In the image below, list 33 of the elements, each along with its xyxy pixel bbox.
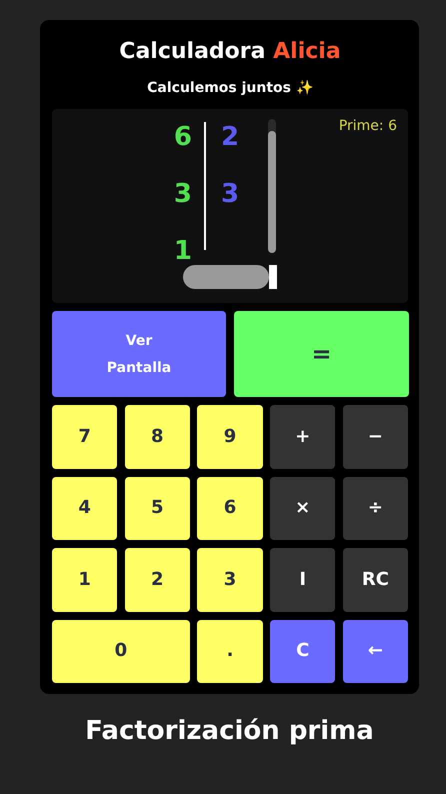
equals-button[interactable]: =	[234, 311, 409, 397]
digit-key[interactable]: 6	[197, 476, 263, 540]
action-key[interactable]: C	[270, 620, 336, 683]
scroll-corner	[269, 265, 277, 289]
operator-key[interactable]: ÷	[342, 476, 408, 540]
prime-label: Prime: 6	[338, 118, 397, 134]
view-screen-button[interactable]: Ver Pantalla	[52, 311, 226, 397]
operator-key[interactable]: +	[270, 405, 336, 468]
digit-key[interactable]: 1	[52, 548, 118, 612]
digit-key[interactable]: 2	[124, 548, 190, 612]
digit-key[interactable]: 4	[52, 476, 118, 540]
digit-key[interactable]: 7	[52, 405, 118, 468]
dividend-number: 1	[172, 235, 193, 268]
operator-key[interactable]: −	[342, 405, 408, 468]
dividend-number: 6	[172, 121, 193, 154]
caption: Factorización prima	[84, 716, 375, 746]
subtitle: Calculemos juntos ✨	[146, 79, 314, 98]
digit-key[interactable]: 5	[124, 476, 190, 540]
vertical-scrollbar[interactable]	[268, 119, 276, 253]
digit-key[interactable]: .	[197, 620, 263, 683]
digit-key[interactable]: 8	[124, 405, 190, 468]
digit-key[interactable]: 9	[197, 405, 263, 468]
action-key[interactable]: ←	[342, 620, 408, 683]
divisor-number: 2	[220, 121, 240, 154]
divisor-number: 3	[220, 178, 240, 211]
operator-key[interactable]: I	[270, 548, 336, 612]
dividend-number: 3	[172, 178, 193, 211]
horizontal-scrollbar[interactable]	[183, 265, 269, 289]
operator-key[interactable]: ×	[270, 476, 336, 540]
app-title: Calculadora Alicia	[118, 38, 342, 66]
digit-key[interactable]: 3	[197, 548, 263, 612]
digit-key[interactable]: 0	[52, 620, 190, 683]
operator-key[interactable]: RC	[342, 548, 408, 612]
